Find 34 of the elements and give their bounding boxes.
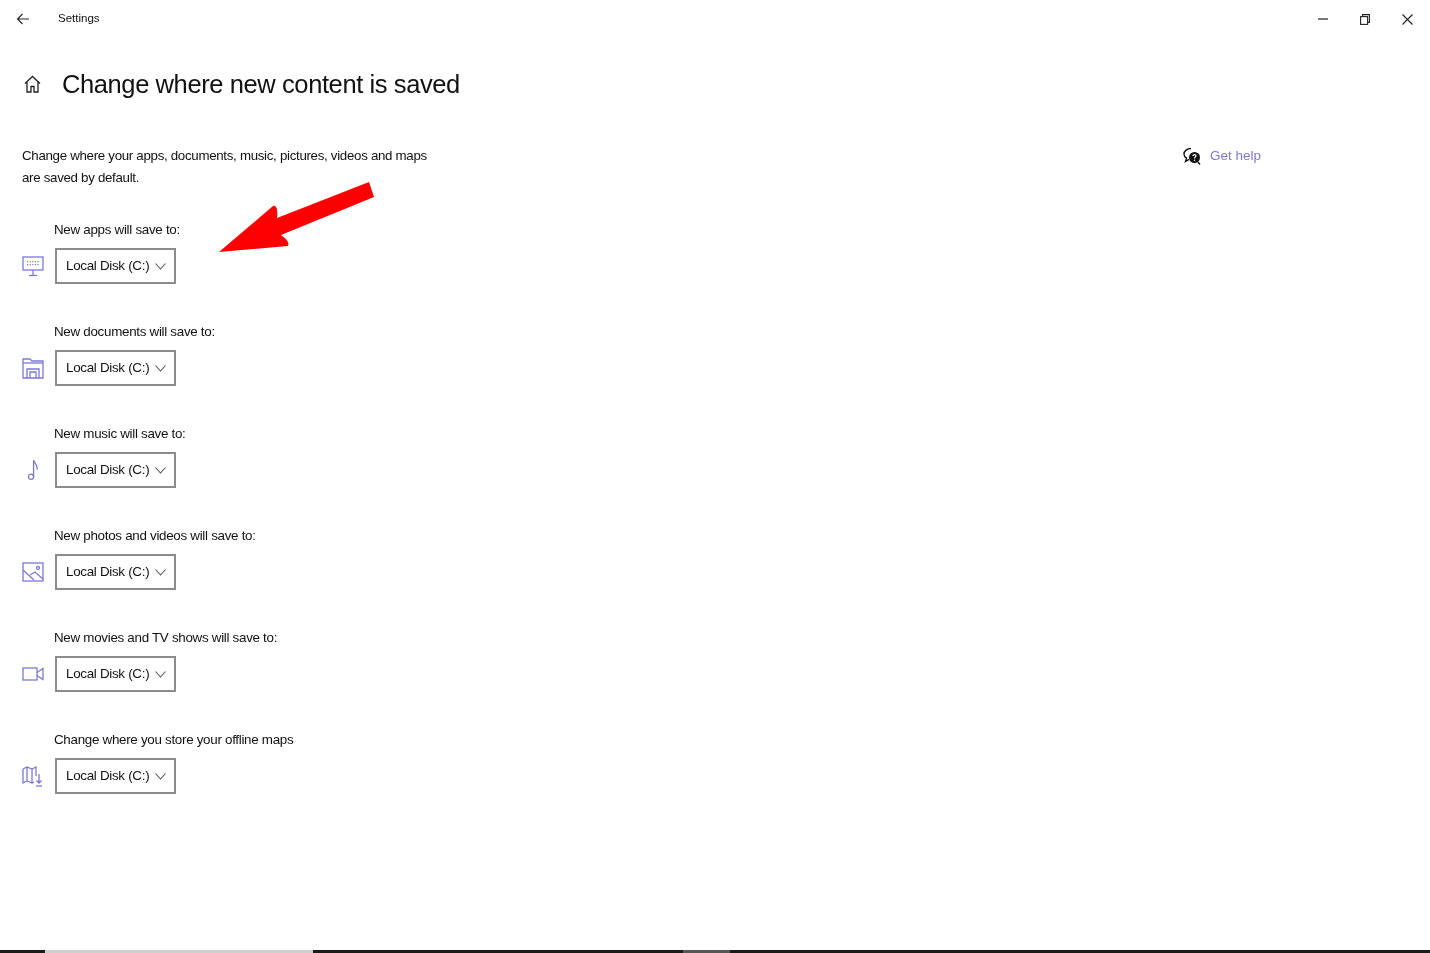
chevron-down-icon — [155, 772, 166, 780]
music-note-icon — [28, 459, 38, 481]
minimize-icon — [1318, 18, 1328, 20]
get-help-link[interactable]: Get help — [1183, 145, 1262, 167]
monitor-icon — [22, 255, 44, 277]
location-label: New apps will save to: — [54, 221, 180, 239]
close-icon — [1401, 13, 1413, 25]
chevron-down-icon — [155, 364, 166, 372]
help-chat-icon — [1183, 147, 1201, 165]
back-arrow-icon — [16, 13, 30, 25]
location-label: New music will save to: — [54, 425, 186, 443]
folder-icon — [22, 357, 44, 379]
drive-dropdown[interactable]: Local Disk (C:) — [55, 350, 176, 386]
page-description: Change where your apps, documents, music, pictures, videos and maps are saved by default. — [22, 147, 428, 187]
location-label: New movies and TV shows will save to: — [54, 629, 278, 647]
map-download-icon — [22, 765, 44, 787]
drive-dropdown[interactable]: Local Disk (C:) — [55, 248, 176, 284]
image-icon — [22, 561, 44, 583]
home-icon[interactable] — [24, 75, 41, 93]
location-label: New photos and videos will save to: — [54, 527, 256, 545]
drive-dropdown[interactable]: Local Disk (C:) — [55, 758, 176, 794]
chevron-down-icon — [155, 670, 166, 678]
page-heading: Change where new content is saved — [62, 69, 460, 100]
drive-dropdown[interactable]: Local Disk (C:) — [55, 452, 176, 488]
location-label: New documents will save to: — [54, 323, 215, 341]
location-label: Change where you store your offline maps — [54, 731, 294, 749]
chevron-down-icon — [155, 466, 166, 474]
chevron-down-icon — [155, 262, 166, 270]
drive-dropdown[interactable]: Local Disk (C:) — [55, 554, 176, 590]
video-camera-icon — [22, 667, 44, 681]
window-title: Settings — [58, 11, 100, 27]
chevron-down-icon — [155, 568, 166, 576]
restore-icon — [1360, 13, 1370, 25]
drive-dropdown[interactable]: Local Disk (C:) — [55, 656, 176, 692]
